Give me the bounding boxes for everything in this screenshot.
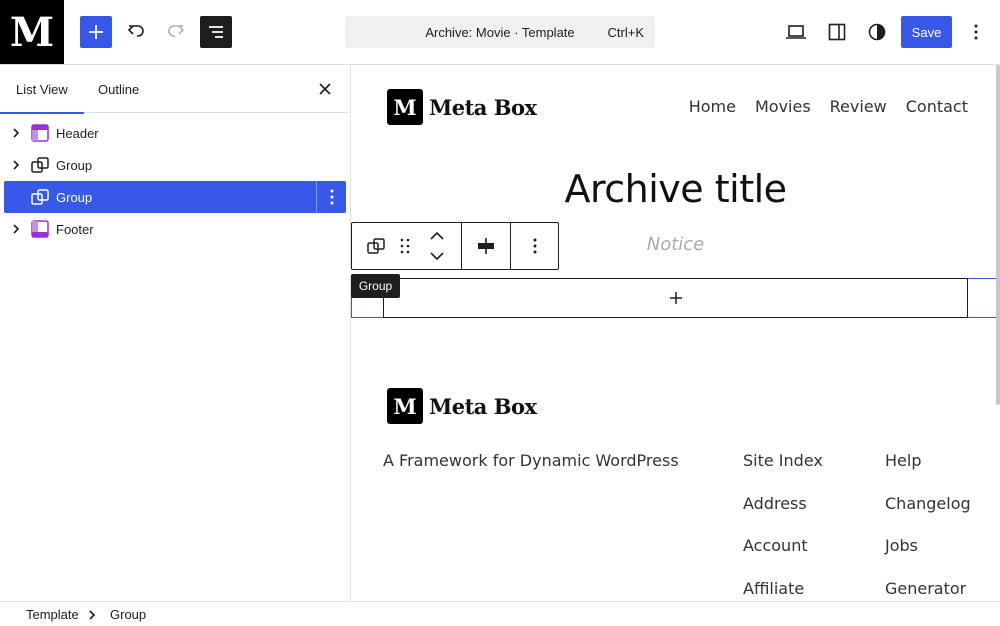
settings-sidebar-button[interactable] [821, 16, 853, 48]
more-vertical-icon [974, 24, 978, 40]
list-item-header[interactable]: Header [4, 117, 346, 149]
footer-link[interactable]: Jobs [885, 536, 971, 579]
brand-mark: M [387, 388, 423, 424]
move-down-button[interactable] [426, 247, 448, 265]
footer-link[interactable]: Changelog [885, 494, 971, 537]
chevron-right-icon[interactable] [8, 157, 24, 173]
plus-icon [89, 25, 103, 39]
list-item-label: Group [56, 157, 93, 173]
more-vertical-icon [533, 238, 536, 254]
footer-link[interactable]: Help [885, 451, 971, 494]
tooltip: Group [351, 274, 400, 298]
align-center-icon [478, 238, 494, 254]
nav-item-contact[interactable]: Contact [906, 97, 968, 116]
tab-outline[interactable]: Outline [82, 65, 155, 113]
canvas-scrollbar[interactable] [996, 65, 1000, 405]
chevron-right-icon[interactable] [8, 125, 24, 141]
footer-link[interactable]: Generator [885, 579, 971, 602]
options-menu-button[interactable] [960, 16, 992, 48]
panel-tabs: List View Outline [0, 65, 350, 114]
drag-handle[interactable] [396, 223, 414, 269]
header-navigation: Home Movies Review Contact [689, 97, 968, 116]
archive-title-block[interactable]: Archive title [351, 167, 1000, 211]
redo-icon [168, 25, 185, 37]
template-part-footer-icon [30, 219, 50, 239]
brand-name: Meta Box [429, 94, 537, 120]
site-logo-button[interactable]: M [0, 0, 64, 64]
list-item-footer[interactable]: Footer [4, 213, 346, 245]
nav-item-home[interactable]: Home [689, 97, 736, 116]
list-item-group-selected[interactable]: Group [4, 181, 346, 213]
editor-canvas[interactable]: M Meta Box Home Movies Review Contact Ar… [351, 65, 1000, 601]
block-more-options-button[interactable] [511, 223, 558, 269]
group-icon [367, 238, 385, 254]
undo-icon [127, 25, 144, 37]
close-icon [319, 83, 331, 95]
breadcrumb-group: Group [110, 606, 147, 622]
align-button[interactable] [462, 223, 510, 269]
block-appender-button[interactable] [383, 278, 968, 318]
sidebar-icon [828, 23, 846, 41]
styles-button[interactable] [861, 16, 893, 48]
brand-name: Meta Box [429, 393, 537, 419]
nav-item-movies[interactable]: Movies [755, 97, 811, 116]
preview-device-button[interactable] [780, 16, 812, 48]
footer-links-column-2: Help Changelog Jobs Generator [885, 451, 971, 601]
move-up-button[interactable] [426, 227, 448, 245]
list-item-label: Group [56, 189, 93, 205]
command-palette-button[interactable]: Archive: Movie · Template Ctrl+K [345, 16, 655, 48]
footer-link[interactable]: Account [743, 536, 823, 579]
drag-handle-icon [400, 238, 410, 254]
brand-mark: M [387, 89, 423, 125]
list-item-group[interactable]: Group [4, 149, 346, 181]
footer-links-column-1: Site Index Address Account Affiliate [743, 451, 823, 601]
site-logo-letter: M [9, 8, 55, 56]
plus-icon [669, 292, 682, 304]
contrast-icon [868, 23, 886, 41]
chevron-right-icon[interactable] [8, 221, 24, 237]
document-overview-panel: List View Outline Header Group Group Foo… [0, 65, 351, 601]
footer-tagline: A Framework for Dynamic WordPress [383, 451, 679, 470]
desktop-icon [786, 25, 806, 39]
footer-link[interactable]: Affiliate [743, 579, 823, 602]
save-button[interactable]: Save [901, 16, 952, 48]
chevron-up-icon [430, 232, 444, 240]
header-site-logo[interactable]: M Meta Box [387, 89, 537, 125]
chevron-right-icon [88, 608, 96, 623]
tab-list-view[interactable]: List View [0, 65, 84, 114]
redo-button[interactable] [160, 16, 192, 48]
group-icon [30, 187, 50, 207]
block-options-button[interactable] [316, 181, 346, 213]
chevron-down-icon [430, 252, 444, 260]
footer-link[interactable]: Address [743, 494, 823, 537]
list-view-tree: Header Group Group Footer [4, 117, 346, 245]
list-item-label: Header [56, 125, 99, 141]
group-icon [30, 155, 50, 175]
nav-item-review[interactable]: Review [830, 97, 887, 116]
list-item-label: Footer [56, 221, 94, 237]
block-inserter-button[interactable] [80, 16, 112, 48]
close-panel-button[interactable] [313, 77, 337, 101]
template-part-header-icon [30, 123, 50, 143]
footer-link[interactable]: Site Index [743, 451, 823, 494]
block-breadcrumb: Template Group [0, 601, 1000, 626]
list-view-icon [209, 26, 223, 38]
shortcut-hint: Ctrl+K [607, 24, 644, 40]
block-toolbar [351, 222, 559, 270]
block-type-button[interactable] [364, 223, 388, 269]
footer-site-logo[interactable]: M Meta Box [387, 388, 537, 424]
document-overview-button[interactable] [200, 16, 232, 48]
undo-button[interactable] [120, 16, 152, 48]
editor-header: M Archive: Movie · Template Ctrl+K Save [0, 0, 1000, 65]
breadcrumb-template[interactable]: Template [26, 607, 79, 622]
more-vertical-icon [330, 189, 333, 205]
